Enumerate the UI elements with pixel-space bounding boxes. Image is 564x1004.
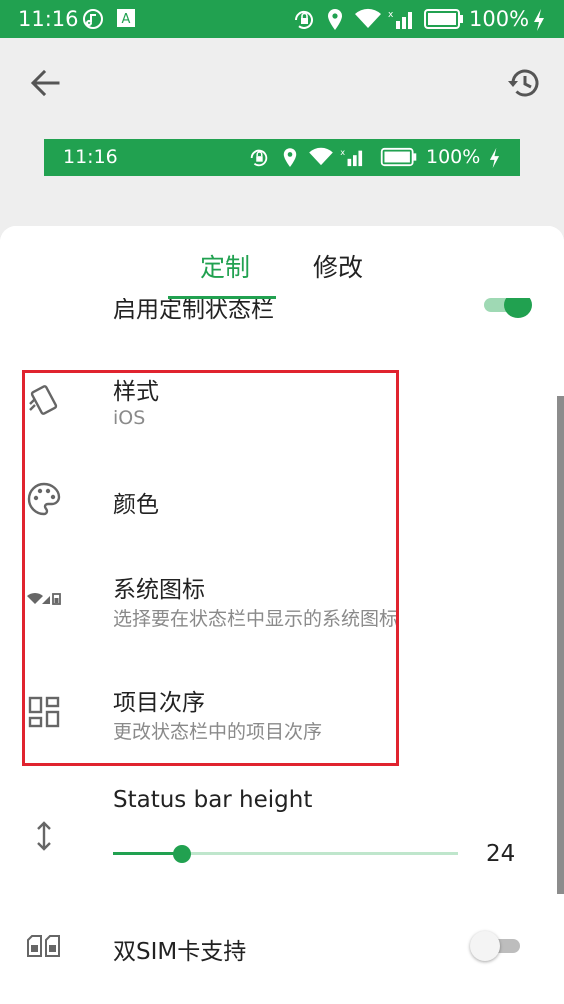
arrow-left-icon[interactable] [28, 66, 62, 100]
status-bar-height-slider[interactable] [113, 843, 458, 863]
settings-sheet: 启用定制状态栏 定制 修改 样式 iOS 颜色 系统图标 选择要在状态栏中显示的… [0, 226, 564, 1004]
rotation-lock-icon [250, 149, 268, 167]
status-time: 11:16 [18, 7, 79, 31]
preview-time: 11:16 [63, 146, 118, 168]
preview-battery-percent: 100% [426, 146, 481, 168]
highlight-box [22, 370, 399, 766]
app-toolbar [0, 38, 564, 128]
battery-icon [424, 9, 463, 29]
signal-icon: x [388, 10, 412, 29]
tab-indicator [168, 296, 276, 299]
wifi-icon [309, 147, 333, 166]
signal-icon: x [340, 147, 363, 167]
svg-text:x: x [388, 10, 394, 20]
tab-modify[interactable]: 修改 [313, 248, 363, 284]
wifi-icon [355, 8, 381, 28]
dual-sim-icon [27, 935, 60, 957]
scrollbar[interactable] [557, 396, 564, 894]
battery-icon [380, 147, 417, 167]
a-badge-icon: A [117, 9, 135, 27]
toggle-thumb [470, 931, 500, 961]
svg-text:A: A [122, 12, 131, 27]
tabs-bar: 定制 修改 [0, 226, 564, 299]
charging-icon [534, 9, 544, 31]
svg-text:x: x [340, 147, 345, 157]
rotation-lock-icon [294, 11, 313, 29]
charging-icon [489, 147, 500, 169]
status-bar-height-value: 24 [486, 841, 516, 867]
slider-thumb[interactable] [173, 845, 191, 863]
location-icon [283, 148, 297, 167]
slider-fill [113, 852, 182, 855]
restore-icon[interactable] [506, 64, 544, 102]
status-bar-preview: 11:16 x 100% [44, 139, 520, 176]
tab-custom[interactable]: 定制 [200, 248, 250, 284]
vertical-arrows-icon [37, 821, 51, 851]
music-icon [83, 9, 103, 29]
dual-sim-title: 双SIM卡支持 [113, 939, 247, 965]
status-bar-height-title: Status bar height [113, 787, 313, 813]
status-bar: 11:16 A x 100% [0, 0, 564, 38]
battery-percent: 100% [469, 7, 530, 31]
location-icon [328, 9, 342, 30]
dual-sim-toggle[interactable] [470, 930, 522, 962]
